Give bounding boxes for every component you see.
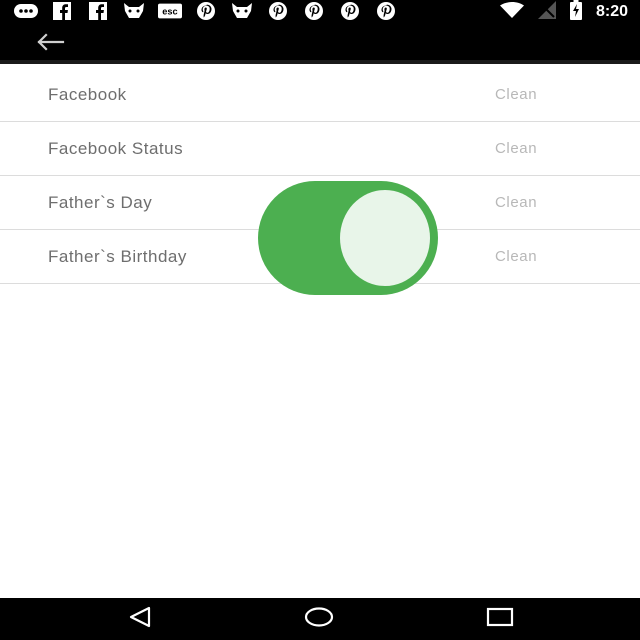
- chat-icon: [14, 2, 38, 20]
- back-triangle-icon: [127, 606, 153, 633]
- status-time: 8:20: [595, 3, 628, 20]
- notification-icons: esc: [14, 2, 398, 20]
- pinterest-icon: [266, 2, 290, 20]
- fox-icon: [122, 2, 146, 20]
- fox-icon: [230, 2, 254, 20]
- list-item-status: Clean: [495, 86, 538, 103]
- pinterest-icon: [194, 2, 218, 20]
- svg-text:esc: esc: [162, 7, 177, 17]
- list-item-name: Facebook Status: [48, 138, 184, 158]
- toolbar: [0, 24, 640, 64]
- list-item-status: Clean: [495, 248, 538, 265]
- toolbar-divider: [0, 60, 640, 64]
- list-item-status: Clean: [495, 194, 538, 211]
- pinterest-icon: [374, 2, 398, 20]
- nav-back-button[interactable]: [126, 606, 154, 632]
- home-circle-icon: [304, 606, 334, 633]
- pinterest-icon: [302, 2, 326, 20]
- arrow-left-icon: [35, 32, 65, 57]
- list-item-name: Father`s Day: [48, 192, 153, 212]
- navigation-bar: [0, 598, 640, 640]
- recents-square-icon: [486, 606, 514, 633]
- facebook-icon: [86, 2, 110, 20]
- battery-charging-icon: [569, 0, 582, 25]
- wifi-icon: [499, 1, 524, 23]
- nav-recents-button[interactable]: [486, 606, 514, 632]
- list-item[interactable]: Facebook Status Clean: [0, 122, 640, 176]
- system-icons: 8:20: [499, 0, 628, 25]
- esc-icon: esc: [158, 2, 182, 20]
- nav-home-button[interactable]: [304, 606, 334, 633]
- pinterest-icon: [338, 2, 362, 20]
- list-item-status: Clean: [495, 140, 538, 157]
- list-item-name: Facebook: [48, 84, 127, 104]
- facebook-icon: [50, 2, 74, 20]
- signal-off-icon: [537, 0, 556, 24]
- toggle-knob[interactable]: [340, 190, 430, 286]
- back-button[interactable]: [32, 30, 68, 58]
- list-item-name: Father`s Birthday: [48, 246, 187, 266]
- list-item[interactable]: Facebook Clean: [0, 68, 640, 122]
- status-bar: esc 8:20: [0, 0, 640, 24]
- toggle-switch[interactable]: [258, 181, 438, 295]
